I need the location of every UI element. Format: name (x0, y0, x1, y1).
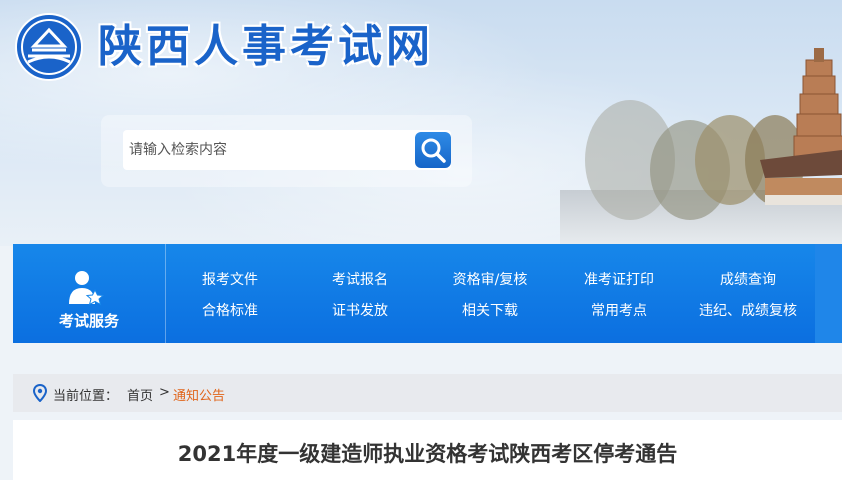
breadcrumb-current[interactable]: 通知公告 (173, 385, 225, 404)
search-button[interactable] (415, 130, 451, 170)
service-link-downloads[interactable]: 相关下载 (462, 300, 518, 320)
breadcrumb-separator: > (159, 385, 170, 400)
breadcrumb-home-link[interactable]: 首页 (127, 385, 153, 404)
service-link-qualification-review[interactable]: 资格审/复核 (453, 269, 528, 289)
search-box (101, 115, 472, 187)
search-input[interactable] (123, 130, 419, 170)
user-star-icon (69, 271, 105, 306)
breadcrumb: 当前位置： 首页 > 通知公告 (13, 374, 842, 412)
search-icon (421, 138, 446, 163)
breadcrumb-prefix: 当前位置： (53, 389, 119, 404)
exam-service-title: 考试服务 (58, 312, 119, 330)
exam-service-bar: 考试服务 报考文件 考试报名 资格审/复核 准考证打印 成绩查询 合格标准 证书… (13, 244, 842, 343)
pagoda-scenery-image (560, 48, 842, 246)
header-banner: 陕西人事考试网 (0, 0, 842, 246)
location-pin-icon (33, 384, 47, 402)
site-logo-icon[interactable] (14, 12, 84, 82)
article-title: 2021年度一级建造师执业资格考试陕西考区停考通告 (177, 442, 678, 466)
service-link-certificate-issue[interactable]: 证书发放 (332, 300, 388, 320)
service-link-admission-ticket[interactable]: 准考证打印 (584, 269, 654, 289)
service-link-registration-docs[interactable]: 报考文件 (202, 269, 258, 289)
exam-service-header: 考试服务 (13, 244, 166, 343)
service-link-pass-standard[interactable]: 合格标准 (202, 300, 258, 320)
service-link-score-query[interactable]: 成绩查询 (720, 269, 776, 289)
service-bar-edge (815, 244, 842, 343)
service-link-exam-signup[interactable]: 考试报名 (332, 269, 388, 289)
article-panel: 2021年度一级建造师执业资格考试陕西考区停考通告 (13, 420, 842, 480)
service-link-violation-review[interactable]: 违纪、成绩复核 (699, 300, 797, 320)
service-link-exam-sites[interactable]: 常用考点 (591, 300, 647, 320)
site-title[interactable]: 陕西人事考试网 (98, 12, 434, 82)
